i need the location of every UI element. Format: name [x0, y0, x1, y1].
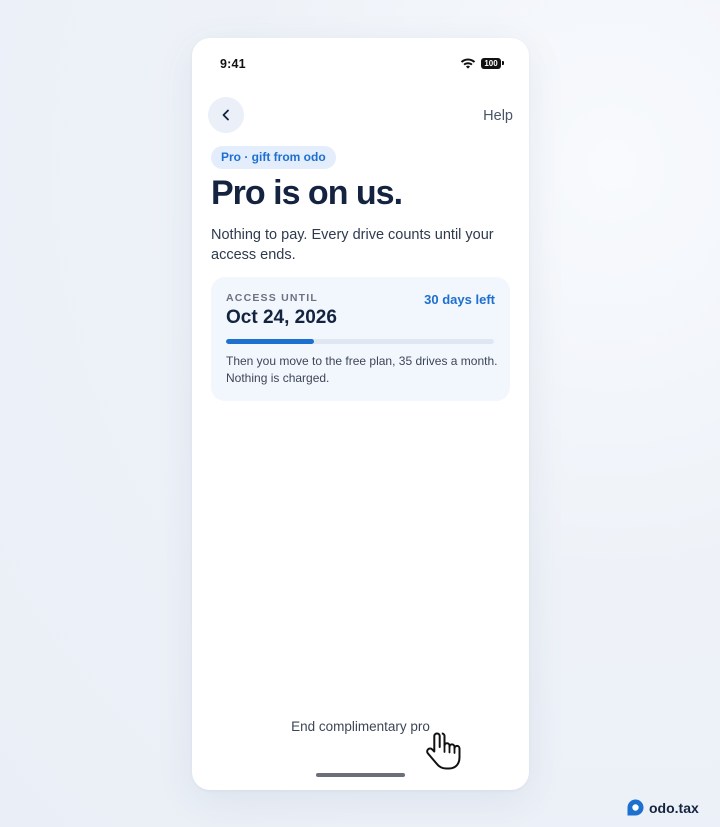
hand-pointer-cursor-icon [426, 732, 461, 770]
access-end-date: Oct 24, 2026 [226, 307, 337, 328]
status-time: 9:41 [220, 57, 246, 71]
page-title: Pro is on us. [211, 174, 403, 212]
access-card: ACCESS UNTIL 30 days left Oct 24, 2026 T… [211, 277, 510, 401]
back-button[interactable] [208, 97, 244, 133]
help-link[interactable]: Help [483, 108, 513, 124]
odo-logo-icon [627, 799, 644, 816]
wifi-icon [460, 58, 476, 69]
brand-logo: odo.tax [627, 799, 699, 816]
chevron-left-icon [222, 109, 229, 121]
free-plan-note: Then you move to the free plan, 35 drive… [226, 354, 498, 385]
page-subtitle: Nothing to pay. Every drive counts until… [211, 227, 494, 263]
status-icons: 100 [460, 57, 504, 69]
days-left-text: 30 days left [424, 292, 495, 307]
access-until-label: ACCESS UNTIL [226, 292, 318, 304]
access-progress-fill [226, 339, 315, 344]
brand-name: odo.tax [649, 799, 699, 816]
phone-screen: 9:41 100 Help Pro · gift from odo Pro is… [192, 38, 529, 790]
end-complimentary-pro-button[interactable]: End complimentary pro [192, 719, 529, 734]
access-progress-bar [226, 339, 494, 344]
home-indicator[interactable] [316, 773, 405, 777]
battery-icon: 100 [481, 57, 504, 69]
pro-gift-badge: Pro · gift from odo [211, 146, 336, 169]
